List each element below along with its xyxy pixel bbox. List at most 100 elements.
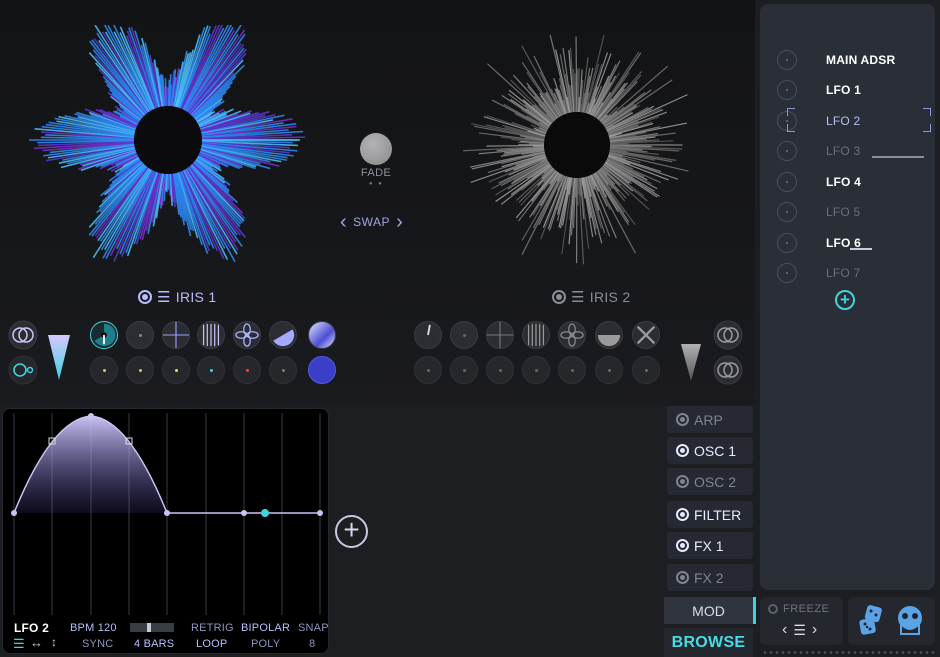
layer-blend-icon[interactable]	[713, 355, 743, 385]
length-value[interactable]: 4 BARS	[134, 638, 174, 650]
envelope-point[interactable]	[317, 510, 323, 516]
horizontal-arrows-icon[interactable]: ↔	[30, 635, 43, 650]
iris-1-mod-slot[interactable]	[126, 356, 154, 384]
iris-2-mod-slot[interactable]	[486, 356, 514, 384]
iris-1-level-triangle[interactable]	[47, 333, 71, 381]
iris-1-toggle[interactable]	[138, 290, 152, 304]
mod-enable-radio[interactable]	[777, 80, 797, 100]
chevron-right-icon[interactable]: ›	[812, 621, 817, 639]
iris-1-visualizer[interactable]	[20, 25, 320, 280]
module-enable-radio[interactable]	[676, 508, 689, 521]
module-enable-radio[interactable]	[676, 444, 689, 457]
iris-1-mod-slot[interactable]	[162, 356, 190, 384]
lfo-name[interactable]: LFO 2	[14, 621, 49, 635]
loop-toggle[interactable]: LOOP	[196, 638, 227, 650]
menu-icon[interactable]: ☰	[13, 636, 25, 652]
tab-mod[interactable]: MOD	[664, 597, 756, 624]
envelope-point[interactable]	[11, 510, 17, 516]
menu-icon[interactable]: ☰	[793, 622, 806, 639]
mod-list-item[interactable]: LFO 5	[760, 200, 935, 224]
dice-icon[interactable]	[858, 605, 886, 637]
bipolar-toggle[interactable]: BIPOLAR	[241, 622, 290, 634]
poly-toggle[interactable]: POLY	[251, 638, 280, 650]
layer-blend-icon[interactable]	[713, 320, 743, 350]
iris-2-bars-icon[interactable]	[522, 321, 550, 349]
iris-1-mod-slot[interactable]	[90, 356, 118, 384]
menu-icon[interactable]: ☰	[157, 288, 171, 306]
iris-2-visualizer[interactable]	[440, 35, 720, 270]
mod-list-item[interactable]: MAIN ADSR	[760, 48, 935, 72]
module-button[interactable]: FX 1	[667, 532, 753, 559]
module-button[interactable]: ARP	[667, 406, 753, 433]
menu-icon[interactable]: ☰	[571, 288, 585, 306]
iris-2-mod-slot[interactable]	[414, 356, 442, 384]
length-slider-thumb[interactable]	[147, 623, 151, 632]
module-button[interactable]: OSC 1	[667, 437, 753, 464]
iris-2-position-knob[interactable]	[450, 321, 478, 349]
mod-enable-radio[interactable]	[777, 202, 797, 222]
iris-2-crosshair-icon[interactable]	[486, 321, 514, 349]
mod-link-icon[interactable]	[8, 355, 38, 385]
module-button[interactable]: FX 2	[667, 564, 753, 591]
iris-1-half-disc-icon[interactable]	[269, 321, 297, 349]
mod-enable-radio[interactable]	[777, 172, 797, 192]
playhead-point[interactable]	[261, 509, 269, 517]
iris-1-crosshair-icon[interactable]	[162, 321, 190, 349]
bpm-value[interactable]: BPM 120	[70, 622, 117, 634]
chevron-left-icon[interactable]: ‹	[782, 621, 787, 639]
iris-1-spin-knob[interactable]	[90, 321, 118, 349]
iris-2-title[interactable]: ☰ IRIS 2	[552, 288, 630, 306]
mod-enable-radio[interactable]	[777, 233, 797, 253]
envelope-point[interactable]	[241, 510, 247, 516]
iris-1-mod-slot[interactable]	[269, 356, 297, 384]
module-enable-radio[interactable]	[676, 539, 689, 552]
mod-list-item[interactable]: LFO 6	[760, 231, 935, 255]
iris-1-position-knob[interactable]	[126, 321, 154, 349]
lfo-envelope-graph[interactable]	[9, 413, 325, 615]
swap-control[interactable]: ‹ SWAP ›	[340, 212, 403, 232]
module-button[interactable]: FILTER	[667, 501, 753, 528]
envelope-point[interactable]	[164, 510, 170, 516]
sync-toggle[interactable]: SYNC	[82, 638, 113, 650]
freeze-toggle[interactable]: FREEZE	[768, 603, 829, 615]
mod-list-item[interactable]: LFO 4	[760, 170, 935, 194]
iris-1-fan-icon[interactable]	[233, 321, 261, 349]
mod-list-item[interactable]: LFO 1	[760, 78, 935, 102]
iris-2-close-icon[interactable]	[632, 321, 660, 349]
fade-knob[interactable]	[360, 133, 392, 165]
mod-enable-radio[interactable]	[777, 263, 797, 283]
module-enable-radio[interactable]	[676, 413, 689, 426]
iris-1-bars-icon[interactable]	[197, 321, 225, 349]
iris-2-mod-slot[interactable]	[558, 356, 586, 384]
module-button[interactable]: OSC 2	[667, 468, 753, 495]
iris-2-spin-knob[interactable]	[414, 321, 442, 349]
add-lfo-button[interactable]: +	[335, 515, 368, 548]
mod-list-item[interactable]: LFO 2	[760, 109, 935, 133]
retrig-toggle[interactable]: RETRIG	[191, 622, 234, 634]
iris-2-level-triangle[interactable]	[680, 342, 702, 382]
tab-browse[interactable]: BROWSE	[664, 628, 753, 657]
envelope-point[interactable]	[88, 413, 94, 419]
iris-1-gradient-icon[interactable]	[308, 321, 336, 349]
mod-list-item[interactable]: LFO 7	[760, 261, 935, 285]
chevron-left-icon[interactable]: ‹	[340, 212, 347, 232]
mod-enable-radio[interactable]	[777, 141, 797, 161]
add-modulator-button[interactable]: +	[835, 290, 855, 310]
iris-2-mod-slot[interactable]	[522, 356, 550, 384]
iris-2-half-disc-icon[interactable]	[595, 321, 623, 349]
module-enable-radio[interactable]	[676, 571, 689, 584]
iris-2-fan-icon[interactable]	[558, 321, 586, 349]
length-slider[interactable]	[130, 623, 174, 632]
iris-2-toggle[interactable]	[552, 290, 566, 304]
snap-value[interactable]: 8	[309, 638, 315, 650]
iris-1-mod-slot[interactable]	[197, 356, 225, 384]
chevron-right-icon[interactable]: ›	[396, 212, 403, 232]
layer-blend-icon[interactable]	[8, 320, 38, 350]
freeze-radio[interactable]	[768, 604, 778, 614]
iris-2-mod-slot[interactable]	[450, 356, 478, 384]
iris-1-title[interactable]: ☰ IRIS 1	[138, 288, 216, 306]
iris-1-color-swatch[interactable]	[308, 356, 336, 384]
mascot-icon[interactable]	[895, 604, 925, 636]
iris-2-mod-slot[interactable]	[595, 356, 623, 384]
iris-2-mod-slot[interactable]	[632, 356, 660, 384]
